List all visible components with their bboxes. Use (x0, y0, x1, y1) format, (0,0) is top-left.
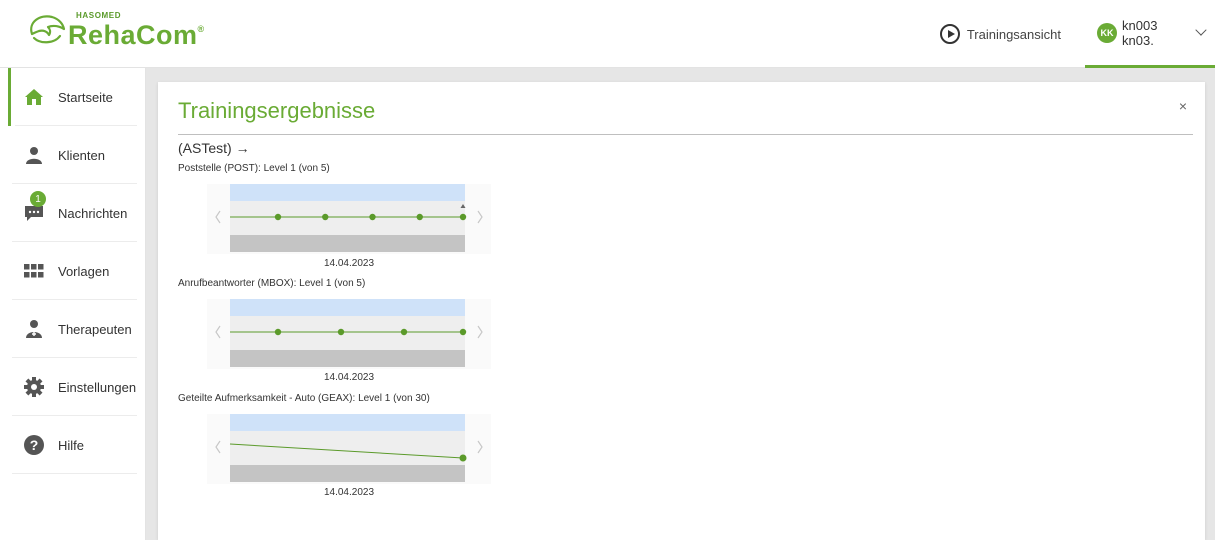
message-icon: 1 (24, 191, 46, 223)
svg-text:?: ? (30, 437, 39, 453)
lower-level-band (230, 465, 465, 482)
brand-name: RehaCom® (68, 20, 205, 51)
close-button[interactable]: × (1179, 98, 1187, 114)
brand-name-text: RehaCom (68, 20, 198, 50)
sidebar-item-label: Nachrichten (58, 205, 128, 221)
user-name: kn003 kn03. (1122, 17, 1158, 48)
data-point (459, 454, 467, 462)
training-view-button[interactable]: Trainingsansicht (939, 0, 1085, 68)
sidebar-item-label: Vorlagen (58, 263, 110, 279)
upper-level-band (230, 299, 465, 316)
chart-post: 1 (207, 184, 491, 254)
lower-level-band (230, 350, 465, 367)
sidebar-item-label: Einstellungen (58, 379, 137, 395)
upper-level-band (230, 184, 465, 201)
data-point (416, 213, 423, 221)
current-level-band (230, 431, 465, 465)
level-chart-svg: 1 (207, 184, 491, 254)
data-point (274, 328, 282, 336)
chevron-down-icon (1195, 23, 1207, 36)
person-icon (24, 145, 44, 165)
level-chart-svg: 1 (207, 414, 491, 484)
data-point (400, 328, 408, 336)
data-point (369, 213, 376, 221)
grid-icon (24, 261, 44, 281)
module-label-mbox: Anrufbeantworter (MBOX): Level 1 (von 5) (178, 278, 366, 289)
level-chart-svg: 1 (207, 299, 491, 369)
app-header: HASOMED RehaCom® Trainingsansicht KK kn0… (0, 0, 1215, 68)
sidebar-item-startseite[interactable]: Startseite (8, 68, 145, 126)
sidebar-item-therapeuten[interactable]: Therapeuten (8, 300, 145, 358)
rehacom-logo[interactable]: HASOMED RehaCom® (24, 8, 244, 64)
current-level-band (230, 201, 465, 235)
chart-mbox: 1 (207, 299, 491, 369)
data-point (274, 213, 282, 221)
training-group-link[interactable]: (ASTest) → (178, 140, 250, 156)
gear-icon (24, 377, 44, 397)
sidebar-item-hilfe[interactable]: ? Hilfe (8, 416, 145, 474)
help-icon: ? (24, 435, 44, 455)
chart-date-geax: 14.04.2023 (323, 487, 375, 498)
dolphin-logo-icon (30, 15, 66, 44)
chart-date-mbox: 14.04.2023 (323, 372, 375, 383)
brand-registered-mark: ® (197, 24, 205, 34)
current-level-band (230, 316, 465, 350)
sidebar-item-nachrichten[interactable]: 1 Nachrichten (8, 184, 145, 242)
module-label-post: Poststelle (POST): Level 1 (von 5) (178, 163, 330, 174)
user-menu[interactable]: KK kn003 kn03. (1085, 0, 1215, 68)
module-label-geax: Geteilte Aufmerksamkeit - Auto (GEAX): L… (178, 393, 430, 404)
title-divider (178, 134, 1193, 135)
sidebar-item-label: Therapeuten (58, 321, 132, 337)
data-point (322, 213, 329, 221)
sidebar-item-vorlagen[interactable]: Vorlagen (8, 242, 145, 300)
unread-badge: 1 (30, 191, 46, 207)
data-point (459, 328, 467, 336)
data-point (337, 328, 345, 336)
sidebar-item-label: Hilfe (58, 437, 85, 453)
sidebar-item-einstellungen[interactable]: Einstellungen (8, 358, 145, 416)
lower-level-band (230, 235, 465, 252)
avatar: KK (1097, 22, 1117, 43)
sidebar-nav: Startseite Klienten 1 Nachrichten Vorlag… (8, 68, 146, 540)
header-actions: Trainingsansicht KK kn003 kn03. (939, 0, 1215, 68)
sidebar-item-label: Startseite (58, 89, 113, 105)
chart-date-post: 14.04.2023 (323, 258, 375, 269)
page-title: Trainingsergebnisse (178, 98, 376, 123)
sidebar-item-klienten[interactable]: Klienten (8, 126, 145, 184)
upper-level-band (230, 414, 465, 431)
training-results-panel: Trainingsergebnisse × (ASTest) → Postste… (158, 82, 1205, 540)
therapist-icon (24, 319, 44, 339)
training-view-label: Trainingsansicht (966, 26, 1061, 42)
home-icon (24, 87, 44, 107)
brand-company: HASOMED (76, 11, 122, 20)
data-point (459, 213, 467, 221)
chart-geax: 1 (207, 414, 491, 484)
play-circle-icon (939, 24, 960, 44)
sidebar-item-label: Klienten (58, 147, 105, 163)
